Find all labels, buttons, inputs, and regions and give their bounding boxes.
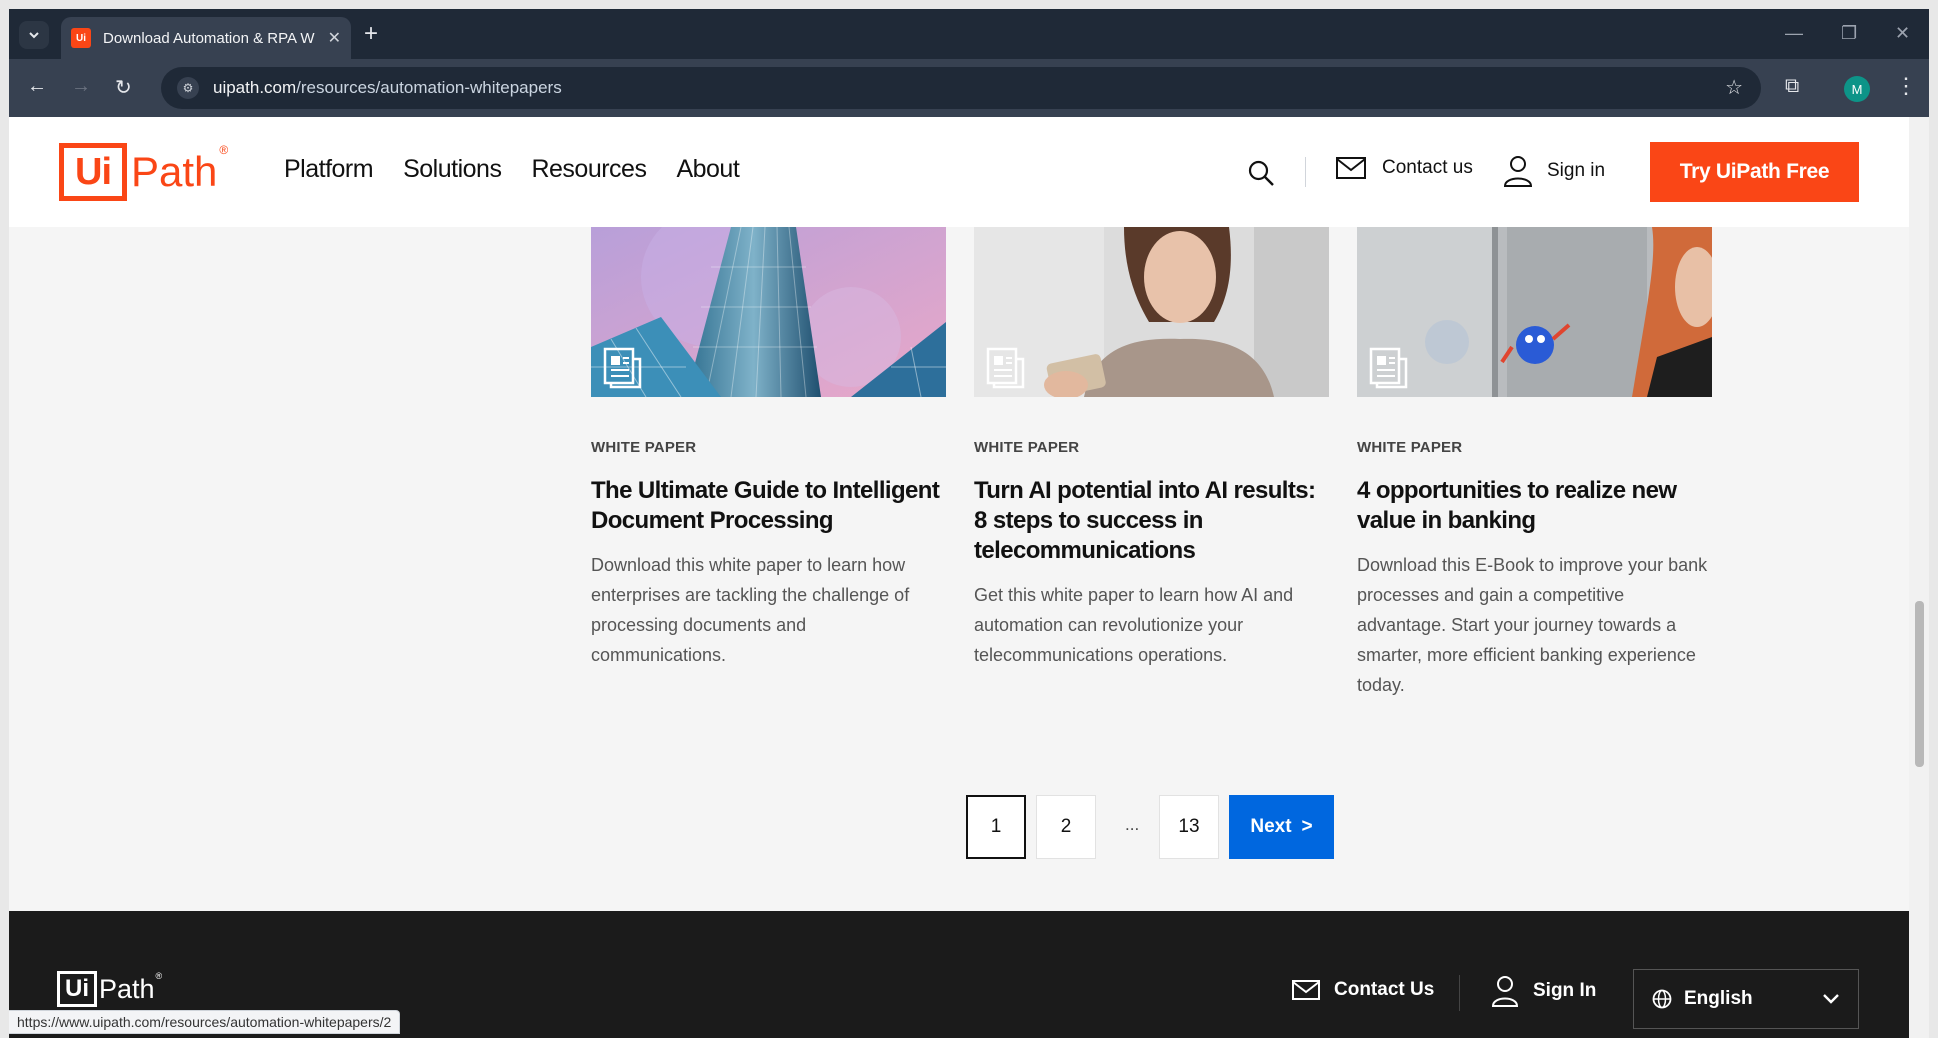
next-label: Next	[1250, 816, 1292, 837]
mail-icon	[1292, 980, 1320, 1000]
skyscraper-image	[591, 227, 946, 397]
office-robot-image	[1357, 227, 1712, 397]
nav-resources[interactable]: Resources	[531, 155, 647, 184]
logo-registered: ®	[219, 143, 229, 157]
page-13-button[interactable]: 13	[1159, 795, 1219, 859]
contact-us-link[interactable]: Contact us	[1336, 157, 1473, 179]
language-label: English	[1684, 988, 1753, 1009]
document-icon	[986, 347, 1025, 389]
page-1-button[interactable]: 1	[966, 795, 1026, 859]
document-icon	[603, 347, 642, 389]
uipath-favicon-icon: Ui	[71, 28, 91, 48]
document-icon	[1369, 347, 1408, 389]
main-nav: Platform Solutions Resources About	[284, 155, 740, 184]
card-title[interactable]: 4 opportunities to realize new value in …	[1357, 476, 1712, 536]
scrollbar-thumb[interactable]	[1915, 601, 1924, 767]
card-image-skyscraper[interactable]	[591, 227, 946, 397]
page-2-button[interactable]: 2	[1036, 795, 1096, 859]
site-info-icon[interactable]: ⚙	[177, 77, 199, 99]
card-description: Download this white paper to learn how e…	[591, 555, 910, 665]
contact-us-label: Contact us	[1382, 157, 1473, 178]
footer-divider	[1459, 975, 1460, 1011]
woman-with-phone-image	[974, 227, 1329, 397]
resource-card[interactable]: WHITE PAPER Turn AI potential into AI re…	[974, 227, 1329, 670]
card-description: Download this E-Book to improve your ban…	[1357, 555, 1708, 695]
browser-menu-icon[interactable]: ⋮	[1895, 73, 1917, 99]
toolbar: ← → ↻ ⚙ uipath.com/resources/automation-…	[9, 59, 1929, 117]
footer-uipath-logo[interactable]: Ui Path ®	[57, 971, 162, 1007]
tab-search-button[interactable]	[19, 21, 49, 49]
extensions-icon[interactable]: ⧉	[1785, 75, 1799, 98]
footer-logo-registered: ®	[155, 971, 163, 981]
reload-icon[interactable]: ↻	[115, 75, 132, 100]
try-uipath-free-button[interactable]: Try UiPath Free	[1650, 142, 1859, 202]
chevron-right-icon: >	[1301, 816, 1313, 837]
footer-logo-ui-box: Ui	[57, 971, 97, 1007]
globe-icon	[1652, 989, 1672, 1009]
mail-icon	[1336, 157, 1366, 179]
chevron-down-icon	[1823, 994, 1839, 1004]
card-image-woman-phone[interactable]	[974, 227, 1329, 397]
tab-strip: Ui Download Automation & RPA W ✕ + — ❐ ✕	[9, 9, 1929, 59]
footer-contact-label: Contact Us	[1334, 979, 1435, 1000]
user-icon	[1491, 976, 1519, 1007]
nav-about[interactable]: About	[676, 155, 739, 184]
card-description: Get this white paper to learn how AI and…	[974, 585, 1294, 665]
url-path: /resources/automation-whitepapers	[296, 78, 562, 97]
page-scrollbar[interactable]	[1909, 117, 1929, 1038]
close-tab-icon[interactable]: ✕	[328, 28, 341, 48]
sign-in-link[interactable]: Sign in	[1503, 155, 1605, 187]
address-bar[interactable]: ⚙ uipath.com/resources/automation-whitep…	[161, 67, 1761, 109]
footer-sign-in-label: Sign In	[1533, 980, 1597, 1001]
search-icon[interactable]	[1247, 159, 1275, 187]
footer-contact-us-link[interactable]: Contact Us	[1292, 979, 1434, 1001]
nav-solutions[interactable]: Solutions	[403, 155, 502, 184]
header-divider	[1305, 157, 1306, 187]
card-title[interactable]: The Ultimate Guide to Intelligent Docume…	[591, 476, 946, 536]
site-header: Ui Path ® Platform Solutions Resources A…	[9, 117, 1909, 227]
card-tag: WHITE PAPER	[591, 439, 697, 456]
new-tab-icon[interactable]: +	[364, 21, 378, 47]
link-status-bar: https://www.uipath.com/resources/automat…	[9, 1010, 401, 1034]
logo-path-text: Path	[131, 148, 218, 195]
chevron-down-icon	[29, 32, 39, 39]
pagination-ellipsis: ...	[1125, 815, 1140, 834]
uipath-logo[interactable]: Ui Path ®	[59, 143, 228, 201]
next-page-button[interactable]: Next >	[1229, 795, 1334, 859]
back-icon[interactable]: ←	[27, 75, 47, 98]
profile-avatar[interactable]: M	[1844, 76, 1870, 102]
language-selector[interactable]: English	[1633, 969, 1859, 1029]
forward-icon[interactable]: →	[71, 75, 91, 98]
restore-icon[interactable]: ❐	[1841, 23, 1857, 44]
user-icon	[1503, 156, 1533, 187]
card-title[interactable]: Turn AI potential into AI results: 8 ste…	[974, 476, 1329, 566]
resource-card[interactable]: WHITE PAPER The Ultimate Guide to Intell…	[591, 227, 946, 670]
footer-sign-in-link[interactable]: Sign In	[1491, 975, 1596, 1007]
tab-title: Download Automation & RPA W	[103, 29, 315, 47]
logo-ui-box: Ui	[59, 143, 127, 201]
bookmark-star-icon[interactable]: ☆	[1725, 75, 1743, 100]
card-image-office-robot[interactable]	[1357, 227, 1712, 397]
active-tab[interactable]: Ui Download Automation & RPA W ✕	[61, 17, 351, 59]
minimize-icon[interactable]: —	[1785, 23, 1803, 44]
url-domain: uipath.com	[213, 78, 297, 97]
browser-window: Ui Download Automation & RPA W ✕ + — ❐ ✕…	[9, 9, 1929, 1038]
footer-logo-path-text: Path	[99, 974, 155, 1004]
nav-platform[interactable]: Platform	[284, 155, 374, 184]
sign-in-label: Sign in	[1547, 160, 1606, 181]
card-tag: WHITE PAPER	[1357, 439, 1463, 456]
resource-card[interactable]: WHITE PAPER 4 opportunities to realize n…	[1357, 227, 1712, 700]
close-window-icon[interactable]: ✕	[1895, 23, 1910, 44]
card-tag: WHITE PAPER	[974, 439, 1080, 456]
